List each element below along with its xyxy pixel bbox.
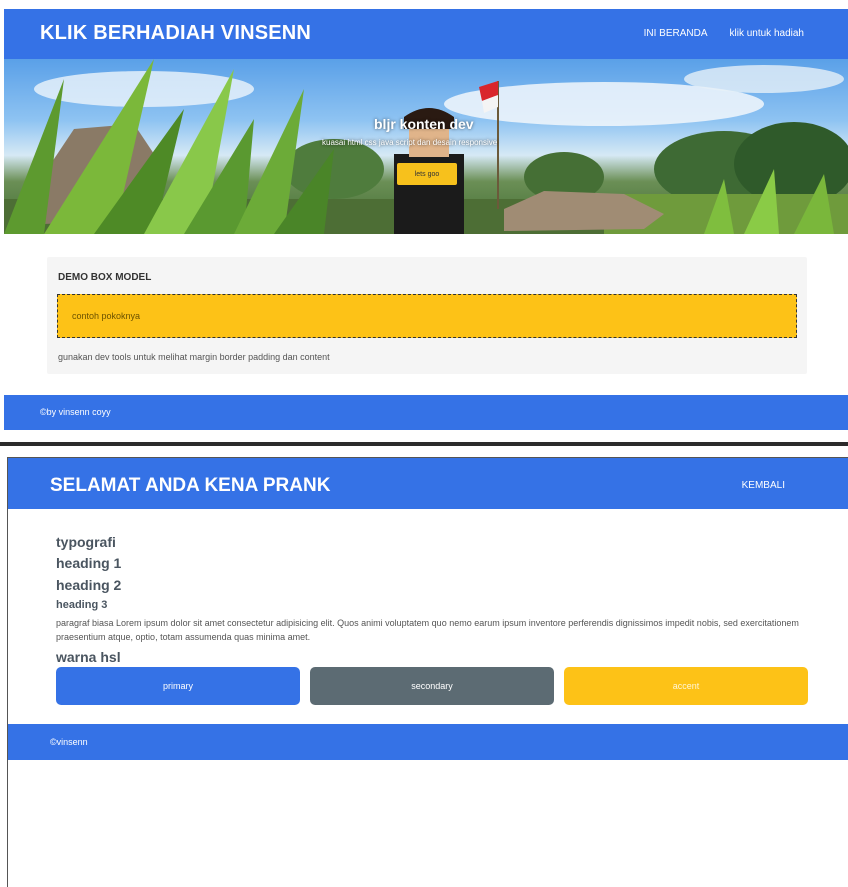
- swatch-accent[interactable]: accent: [564, 667, 808, 705]
- brand-title[interactable]: KLIK BERHADIAH VINSENN: [40, 22, 311, 45]
- prank-brand-title: SELAMAT ANDA KENA PRANK: [50, 475, 331, 496]
- color-swatches: primary secondary accent: [56, 667, 808, 705]
- prank-navbar: SELAMAT ANDA KENA PRANK KEMBALI: [8, 458, 848, 509]
- prank-footer: ©vinsenn: [8, 724, 848, 760]
- nav-link-beranda[interactable]: INI BERANDA: [644, 28, 708, 39]
- footer: ©by vinsenn coyy: [4, 395, 848, 430]
- page-divider: [0, 442, 848, 446]
- nav-links: INI BERANDA klik untuk hadiah: [644, 28, 804, 39]
- heading-1: heading 1: [56, 555, 122, 571]
- footer-text: ©by vinsenn coyy: [40, 407, 111, 417]
- top-navbar: KLIK BERHADIAH VINSENN INI BERANDA klik …: [4, 9, 848, 59]
- typography-title: typografi: [56, 534, 116, 550]
- back-link[interactable]: KEMBALI: [742, 480, 785, 491]
- demo-box-model-section: DEMO BOX MODEL contoh pokoknya gunakan d…: [47, 257, 807, 374]
- swatch-secondary[interactable]: secondary: [310, 667, 554, 705]
- nav-link-hadiah[interactable]: klik untuk hadiah: [730, 28, 805, 39]
- prank-footer-text: ©vinsenn: [50, 737, 88, 747]
- landing-page: KLIK BERHADIAH VINSENN INI BERANDA klik …: [4, 9, 848, 431]
- demo-title: DEMO BOX MODEL: [58, 272, 152, 283]
- colors-title: warna hsl: [56, 649, 121, 665]
- heading-3: heading 3: [56, 599, 108, 611]
- hero-title: bljr konten dev: [374, 116, 474, 132]
- hero-subtitle: kuasai html css java script dan desain r…: [322, 138, 498, 147]
- prank-page: SELAMAT ANDA KENA PRANK KEMBALI typograf…: [7, 457, 848, 887]
- lets-go-button[interactable]: lets goo: [397, 163, 457, 185]
- heading-2: heading 2: [56, 577, 122, 593]
- sample-paragraph: paragraf biasa Lorem ipsum dolor sit ame…: [56, 618, 799, 642]
- hero-banner: bljr konten dev kuasai html css java scr…: [4, 59, 848, 234]
- swatch-primary[interactable]: primary: [56, 667, 300, 705]
- demo-box: contoh pokoknya: [57, 294, 797, 338]
- demo-note: gunakan dev tools untuk melihat margin b…: [58, 352, 330, 362]
